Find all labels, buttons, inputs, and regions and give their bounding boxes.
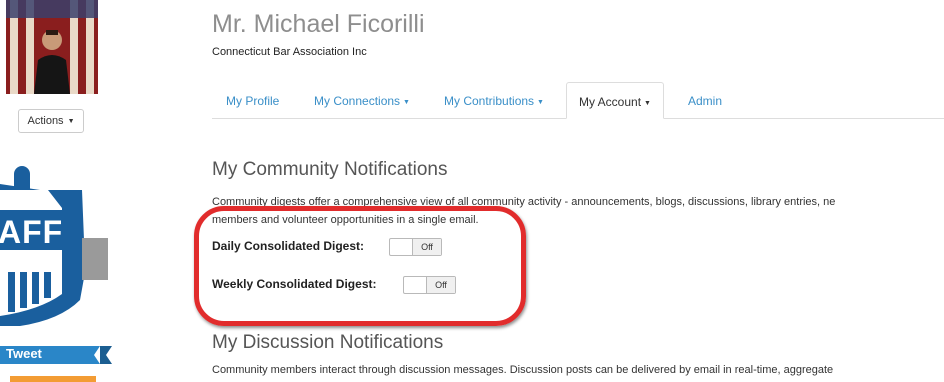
tab-my-connections[interactable]: My Connections ▼ [314,82,410,118]
tab-admin[interactable]: Admin [688,82,722,118]
staff-badge: AFF [0,160,110,330]
caret-down-icon: ▼ [67,117,75,125]
tab-my-account[interactable]: My Account ▼ [566,82,664,119]
profile-photo [6,0,98,94]
caret-down-icon: ▼ [403,99,410,106]
tab-my-contributions[interactable]: My Contributions ▼ [444,82,544,118]
discussion-notifications-title: My Discussion Notifications [212,332,444,353]
tab-label: My Contributions [444,94,535,108]
tweet-button[interactable]: Tweet [0,344,112,366]
tab-my-profile[interactable]: My Profile [226,82,279,118]
tab-label: My Connections [314,94,401,108]
staff-badge-text: AFF [0,214,64,250]
caret-down-icon: ▼ [537,99,544,106]
actions-button[interactable]: Actions ▼ [18,109,84,133]
profile-tabs: My Profile My Connections ▼ My Contributi… [212,82,944,119]
tab-label: My Profile [226,94,280,108]
caret-down-icon: ▼ [644,100,651,107]
discussion-notifications-description: Community members interact through discu… [212,364,834,376]
organization-name: Connecticut Bar Association Inc [212,46,367,58]
community-notifications-title: My Community Notifications [212,159,448,180]
member-name: Mr. Michael Ficorilli [212,10,425,38]
tab-label: Admin [688,94,723,108]
share-bar [10,376,96,382]
tweet-label: Tweet [6,346,42,361]
tab-label: My Account [579,95,642,109]
actions-label: Actions [27,115,64,127]
highlight-annotation [194,206,526,326]
